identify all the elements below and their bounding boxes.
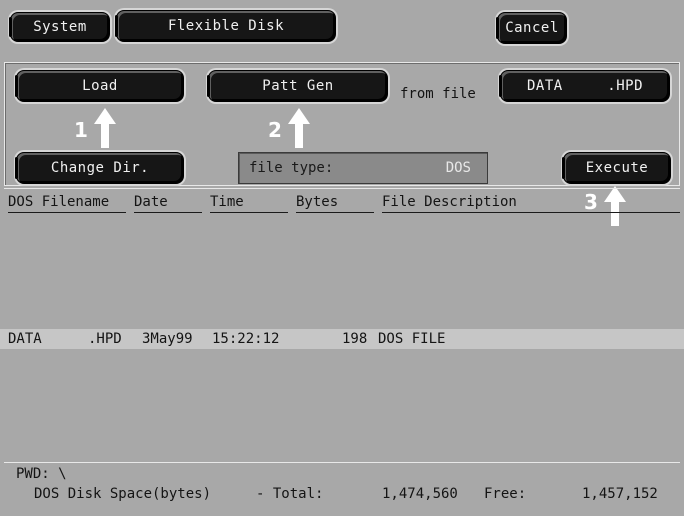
column-header[interactable]: Date xyxy=(134,194,168,210)
step-1-number: 1 xyxy=(74,118,88,142)
row-ext: .HPD xyxy=(88,331,122,347)
file-name-button[interactable]: DATA .HPD xyxy=(499,70,670,102)
table-top-divider xyxy=(4,188,680,189)
total-label: - Total: xyxy=(256,486,324,502)
top-toolbar: System Flexible Disk Cancel xyxy=(0,0,684,58)
free-label: Free: xyxy=(484,486,527,502)
header-underline xyxy=(382,212,680,213)
file-type-field[interactable]: file type: DOS xyxy=(238,152,488,184)
file-type-label: file type: xyxy=(249,160,334,176)
from-file-label: from file xyxy=(400,86,476,102)
flexible-disk-button[interactable]: Flexible Disk xyxy=(115,10,336,42)
system-button[interactable]: System xyxy=(9,12,110,42)
free-value: 1,457,152 xyxy=(582,486,658,502)
step-3-number: 3 xyxy=(584,190,598,214)
column-header[interactable]: File Description xyxy=(382,194,517,210)
file-name: DATA xyxy=(527,78,563,94)
up-arrow-icon xyxy=(604,186,626,226)
total-value: 1,474,560 xyxy=(382,486,458,502)
step-3-annotation: 3 xyxy=(584,186,634,228)
header-underline xyxy=(296,212,374,213)
row-bytes: 198 xyxy=(342,331,368,347)
cancel-button[interactable]: Cancel xyxy=(496,12,567,44)
status-divider xyxy=(4,462,680,463)
pwd-label: PWD: \ xyxy=(16,466,67,482)
row-filename: DATA xyxy=(8,331,42,347)
execute-button[interactable]: Execute xyxy=(562,152,671,184)
header-underline xyxy=(134,212,202,213)
load-button[interactable]: Load xyxy=(15,70,184,102)
table-row[interactable]: DATA .HPD 3May99 15:22:12 198 DOS FILE xyxy=(0,329,684,349)
step-1-annotation: 1 xyxy=(74,108,124,150)
patt-gen-button[interactable]: Patt Gen xyxy=(207,70,388,102)
file-ext: .HPD xyxy=(607,78,643,94)
disk-space-label: DOS Disk Space(bytes) xyxy=(34,486,212,502)
column-header[interactable]: Time xyxy=(210,194,244,210)
step-2-annotation: 2 xyxy=(268,108,318,150)
header-underline xyxy=(8,212,126,213)
up-arrow-icon xyxy=(288,108,310,148)
row-description: DOS FILE xyxy=(378,331,446,347)
row-time: 15:22:12 xyxy=(212,331,280,347)
change-dir-button[interactable]: Change Dir. xyxy=(15,152,184,184)
column-header[interactable]: DOS Filename xyxy=(8,194,109,210)
header-underline xyxy=(210,212,288,213)
row-date: 3May99 xyxy=(142,331,193,347)
file-type-value: DOS xyxy=(445,160,471,176)
column-header[interactable]: Bytes xyxy=(296,194,338,210)
up-arrow-icon xyxy=(94,108,116,148)
step-2-number: 2 xyxy=(268,118,282,142)
